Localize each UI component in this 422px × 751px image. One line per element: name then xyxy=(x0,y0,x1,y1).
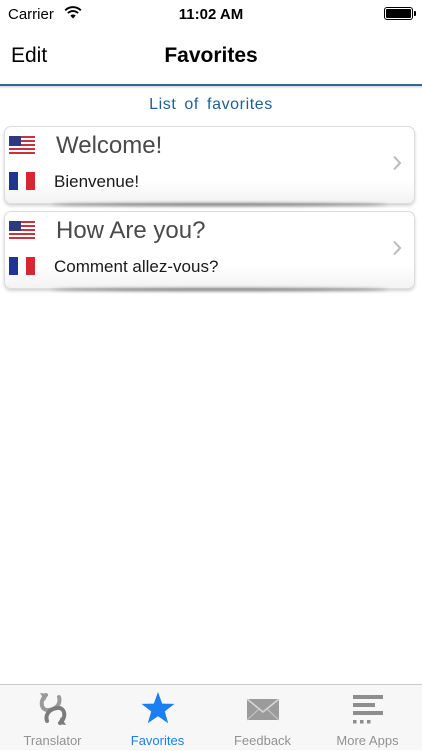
star-icon xyxy=(141,692,174,724)
favorites-section-header: List of favorites xyxy=(0,90,422,122)
tab-bar: Translator Favorites Feedback More Apps xyxy=(0,684,422,750)
chevron-right-icon xyxy=(393,240,402,256)
navigation-bar: Edit Favorites xyxy=(0,28,422,86)
status-time: 11:02 AM xyxy=(178,6,244,23)
us-flag-icon xyxy=(9,221,35,239)
tab-more-apps-label: More Apps xyxy=(336,733,399,748)
translated-phrase: Comment allez-vous? xyxy=(54,257,219,276)
tab-feedback-label: Feedback xyxy=(233,733,292,748)
tab-more-apps[interactable]: More Apps xyxy=(315,685,420,751)
tab-feedback[interactable]: Feedback xyxy=(210,685,315,751)
tab-favorites-label: Favorites xyxy=(130,733,185,748)
favorite-row[interactable]: How Are you? Comment allez-vous? xyxy=(4,211,415,291)
source-phrase: How Are you? xyxy=(56,217,206,244)
chevron-right-icon xyxy=(393,155,402,171)
row-shadow xyxy=(51,288,388,291)
tab-translator-label: Translator xyxy=(23,733,82,748)
page-title: Favorites xyxy=(164,44,258,67)
list-icon xyxy=(352,695,383,724)
france-flag-icon xyxy=(9,257,35,275)
us-flag-icon xyxy=(9,136,35,154)
france-flag-icon xyxy=(9,172,35,190)
row-shadow xyxy=(51,203,388,206)
envelope-icon xyxy=(245,698,280,721)
translate-arrows-icon xyxy=(39,693,66,725)
translated-phrase: Bienvenue! xyxy=(54,172,140,191)
section-header-label: List of favorites xyxy=(149,96,273,113)
source-phrase: Welcome! xyxy=(56,132,163,159)
tab-translator[interactable]: Translator xyxy=(0,685,105,751)
nav-divider-shadow xyxy=(0,86,422,89)
status-bar: Carrier 11:02 AM xyxy=(0,0,422,28)
favorite-row[interactable]: Welcome! Bienvenue! xyxy=(4,126,415,206)
battery-icon xyxy=(384,7,416,20)
tab-favorites[interactable]: Favorites xyxy=(105,685,210,751)
